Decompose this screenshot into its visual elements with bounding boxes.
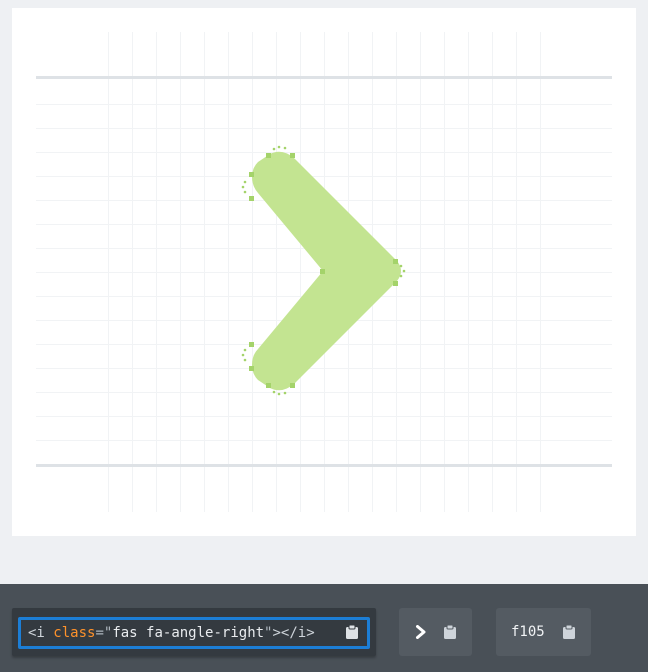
snippet-quote-open: ": [103, 625, 113, 641]
snippet-attr-name: class: [53, 625, 96, 641]
snippet-equals: =: [95, 625, 104, 641]
icon-preview-card: [12, 8, 636, 536]
clipboard-icon[interactable]: [563, 625, 575, 639]
angle-right-icon: [241, 145, 406, 396]
clipboard-icon[interactable]: [346, 625, 358, 639]
snippet-class-value: fas fa-angle-right: [112, 625, 265, 641]
icon-details-bar: <i class = " fas fa-angle-right " ></i> f105: [0, 584, 648, 672]
snippet-quote-close: ": [264, 625, 273, 641]
html-snippet-code[interactable]: <i class = " fas fa-angle-right " ></i>: [18, 617, 370, 649]
snippet-close-tag: ></i>: [272, 625, 315, 641]
angle-right-icon: [416, 625, 426, 639]
snippet-open-tag: <i: [28, 625, 54, 641]
unicode-copy-button[interactable]: f105: [496, 608, 591, 656]
icon-preview-canvas: [36, 32, 612, 512]
html-snippet-box[interactable]: <i class = " fas fa-angle-right " ></i>: [12, 608, 376, 656]
unicode-value: f105: [511, 624, 545, 640]
glyph-copy-button[interactable]: [399, 608, 472, 656]
clipboard-icon[interactable]: [444, 625, 456, 639]
